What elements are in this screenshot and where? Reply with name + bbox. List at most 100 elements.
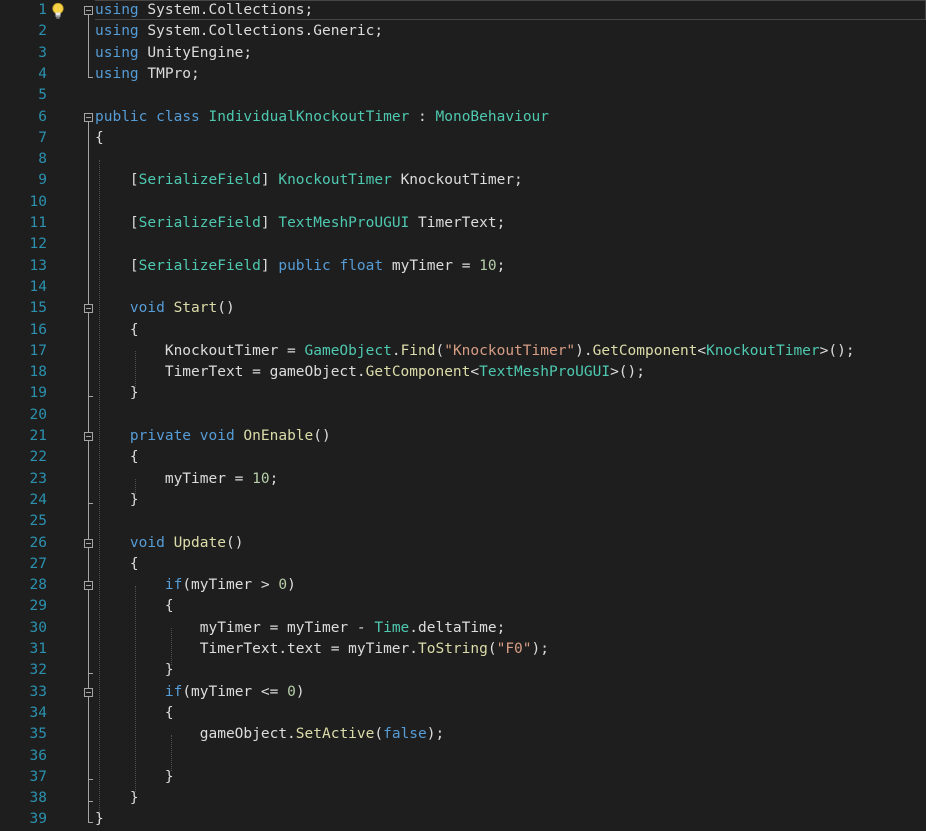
code-line[interactable]: { [95, 128, 104, 149]
code-line[interactable]: { [95, 320, 139, 341]
code-line[interactable]: myTimer = myTimer - Time.deltaTime; [95, 618, 506, 639]
code-line[interactable]: using System.Collections.Generic; [95, 21, 383, 42]
line-number: 20 [29, 406, 47, 423]
outline-bracket-end [87, 779, 93, 781]
text-token: ) [287, 577, 296, 594]
text-token: TMPro; [138, 65, 200, 82]
number-token: 0 [287, 683, 296, 700]
text-token: myTimer = [383, 257, 480, 274]
code-line[interactable]: myTimer = 10; [95, 469, 279, 490]
text-token: .deltaTime; [409, 619, 506, 636]
text-token: (myTimer <= [182, 683, 288, 700]
code-line[interactable]: { [95, 596, 174, 617]
text-token: . [391, 342, 401, 359]
code-line[interactable]: using UnityEngine; [95, 43, 252, 64]
code-line[interactable]: TimerText.text = myTimer.ToString("F0"); [95, 639, 549, 660]
line-number: 13 [29, 257, 47, 274]
code-line[interactable]: TimerText = gameObject.GetComponent<Text… [95, 362, 645, 383]
line-number: 36 [29, 747, 47, 764]
code-line[interactable]: gameObject.SetActive(false); [95, 724, 444, 745]
text-token: } [95, 790, 139, 807]
code-text-area[interactable]: using System.Collections; using System.Co… [95, 0, 926, 830]
line-number: 11 [29, 215, 47, 231]
code-line[interactable]: } [95, 383, 139, 404]
line-number: 18 [29, 364, 47, 381]
keyword-token: void [129, 534, 165, 551]
code-line[interactable]: } [95, 490, 139, 511]
text-token: System.Collections; [138, 2, 314, 18]
text-token: ( [374, 726, 384, 743]
text-token: { [95, 704, 174, 721]
code-editor[interactable]: 1 2 3 4 5 6 7 8 9 10 11 12 13 14 15 16 17 18 19 20 21 22 23 24 2… [0, 0, 926, 830]
lightbulb-icon[interactable] [50, 2, 66, 20]
outline-bracket-end [87, 396, 93, 398]
text-token: [ [95, 172, 139, 189]
line-number: 33 [29, 683, 47, 700]
code-line[interactable]: using System.Collections; [95, 0, 313, 21]
collapse-minus-icon[interactable] [83, 304, 93, 314]
code-line[interactable]: } [95, 788, 139, 809]
text-token: { [95, 449, 139, 466]
code-line[interactable]: [SerializeField] KnockoutTimer KnockoutT… [95, 170, 523, 191]
outline-bracket-end [87, 800, 93, 802]
line-number: 27 [29, 555, 47, 572]
line-number: 34 [29, 704, 47, 721]
type-token: KnockoutTimer [706, 342, 820, 359]
collapse-minus-icon[interactable] [83, 6, 93, 16]
type-token: TextMeshProUGUI [278, 215, 410, 231]
collapse-minus-icon[interactable] [83, 432, 93, 442]
collapse-minus-icon[interactable] [83, 538, 93, 548]
text-token: ); [426, 726, 445, 743]
keyword-token: public [95, 108, 148, 125]
text-token: < [470, 364, 480, 381]
text-token: { [95, 129, 104, 146]
code-line[interactable]: } [95, 809, 104, 830]
line-number: 17 [29, 342, 47, 359]
code-line[interactable]: } [95, 767, 174, 788]
text-token: ); [531, 641, 549, 657]
code-line[interactable]: [SerializeField] TextMeshProUGUI TimerTe… [95, 213, 505, 234]
line-number: 39 [29, 811, 47, 828]
code-line[interactable]: { [95, 554, 139, 575]
code-line[interactable]: public class IndividualKnockoutTimer : M… [95, 107, 549, 128]
text-token: ( [435, 342, 445, 359]
collapse-minus-icon[interactable] [83, 581, 93, 591]
line-number: 8 [38, 151, 47, 168]
text-token: TimerText.text = myTimer. [95, 641, 419, 657]
line-number: 3 [38, 44, 47, 61]
text-token: myTimer = [95, 470, 253, 487]
text-token: ; [496, 257, 506, 274]
code-line[interactable]: KnockoutTimer = GameObject.Find("Knockou… [95, 341, 855, 362]
code-line[interactable]: [SerializeField] public float myTimer = … [95, 256, 505, 277]
line-number: 1 [38, 2, 47, 18]
string-token: "KnockoutTimer" [444, 342, 576, 359]
collapse-minus-icon[interactable] [83, 112, 93, 122]
code-line[interactable]: void Start() [95, 298, 235, 319]
code-line[interactable]: using TMPro; [95, 64, 200, 85]
line-number: 30 [29, 619, 47, 636]
code-line[interactable]: { [95, 703, 174, 724]
line-number: 2 [38, 23, 47, 40]
number-token: 0 [278, 577, 288, 594]
method-token: ToString [418, 641, 488, 657]
text-token: ). [575, 342, 593, 359]
code-line[interactable]: { [95, 447, 139, 468]
text-token: } [95, 491, 139, 508]
method-token: GetComponent [365, 364, 471, 381]
number-token: 10 [479, 257, 497, 274]
text-token: gameObject. [95, 726, 296, 743]
string-token: "F0" [496, 641, 532, 657]
code-line[interactable]: private void OnEnable() [95, 426, 331, 447]
line-number: 4 [38, 65, 47, 82]
code-line[interactable]: } [95, 660, 174, 681]
text-token: myTimer = myTimer - [95, 619, 375, 636]
keyword-token: if [164, 577, 183, 594]
line-number: 35 [29, 726, 47, 743]
code-line[interactable]: if(myTimer > 0) [95, 575, 296, 596]
text-token: ] [260, 257, 279, 274]
code-line[interactable]: void Update() [95, 533, 244, 554]
line-number: 15 [29, 300, 47, 317]
code-line[interactable]: if(myTimer <= 0) [95, 682, 305, 703]
collapse-minus-icon[interactable] [83, 687, 93, 697]
